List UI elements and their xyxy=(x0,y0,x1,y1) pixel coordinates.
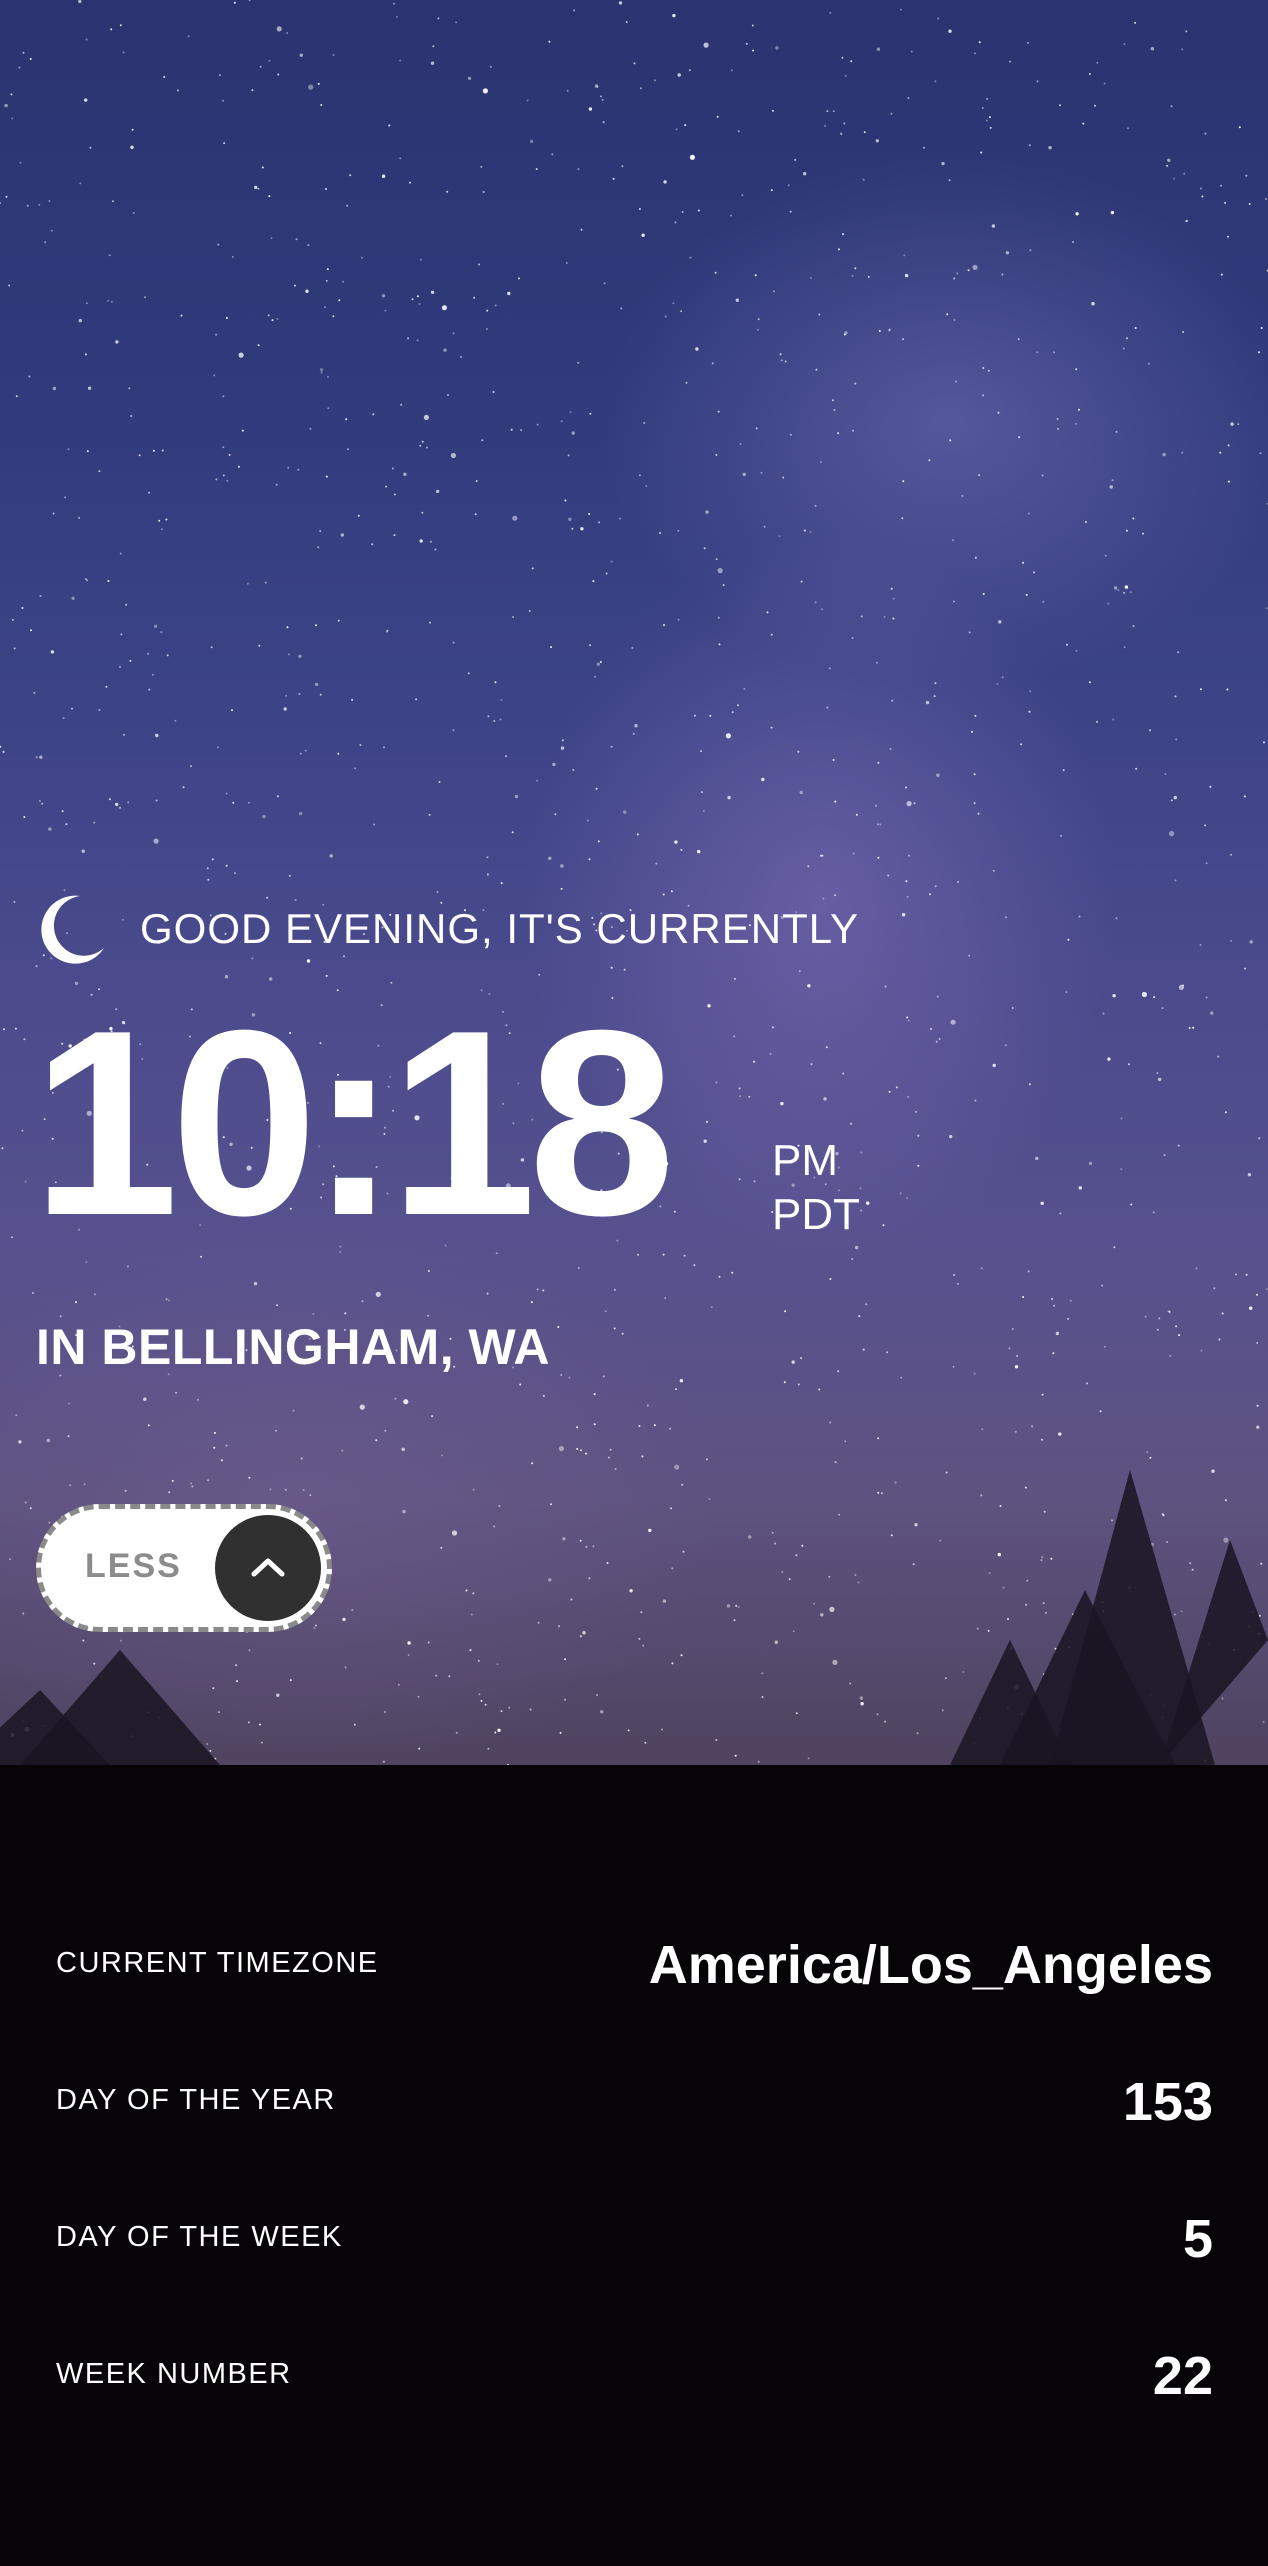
greeting-text: GOOD EVENING, IT'S CURRENTLY xyxy=(140,905,859,952)
detail-row-day-of-week: DAY OF THE WEEK 5 xyxy=(56,2199,1213,2279)
current-time: 10:18 xyxy=(32,975,675,1270)
clock-app: GOOD EVENING, IT'S CURRENTLY 10:18 PM PD… xyxy=(0,0,1268,2566)
toggle-knob[interactable] xyxy=(215,1515,321,1621)
detail-label: CURRENT TIMEZONE xyxy=(56,1947,379,1979)
detail-value: 22 xyxy=(1152,2346,1213,2406)
details-panel: CURRENT TIMEZONE America/Los_Angeles DAY… xyxy=(0,1765,1268,2566)
night-sky-background: GOOD EVENING, IT'S CURRENTLY 10:18 PM PD… xyxy=(0,0,1268,1765)
chevron-up-icon xyxy=(251,1558,285,1577)
less-toggle-button[interactable]: LESS xyxy=(36,1504,332,1632)
detail-row-timezone: CURRENT TIMEZONE America/Los_Angeles xyxy=(56,1925,1213,2005)
location: IN BELLINGHAM, WA xyxy=(36,1319,551,1375)
meridiem: PM xyxy=(772,1136,838,1185)
detail-label: WEEK NUMBER xyxy=(56,2358,292,2390)
detail-value: 153 xyxy=(1122,2072,1213,2132)
stars-layer xyxy=(0,0,1268,1765)
time-meta: PM PDT xyxy=(772,1134,860,1242)
detail-row-day-of-year: DAY OF THE YEAR 153 xyxy=(56,2062,1213,2142)
detail-label: DAY OF THE WEEK xyxy=(56,2221,343,2253)
greeting: GOOD EVENING, IT'S CURRENTLY xyxy=(36,893,859,965)
detail-label: DAY OF THE YEAR xyxy=(56,2084,336,2116)
toggle-label: LESS xyxy=(85,1547,182,1585)
moon-icon xyxy=(41,895,104,964)
detail-value: America/Los_Angeles xyxy=(648,1935,1213,1995)
detail-value: 5 xyxy=(1182,2209,1213,2269)
timezone-abbreviation: PDT xyxy=(772,1190,860,1239)
detail-row-week-number: WEEK NUMBER 22 xyxy=(56,2336,1213,2416)
